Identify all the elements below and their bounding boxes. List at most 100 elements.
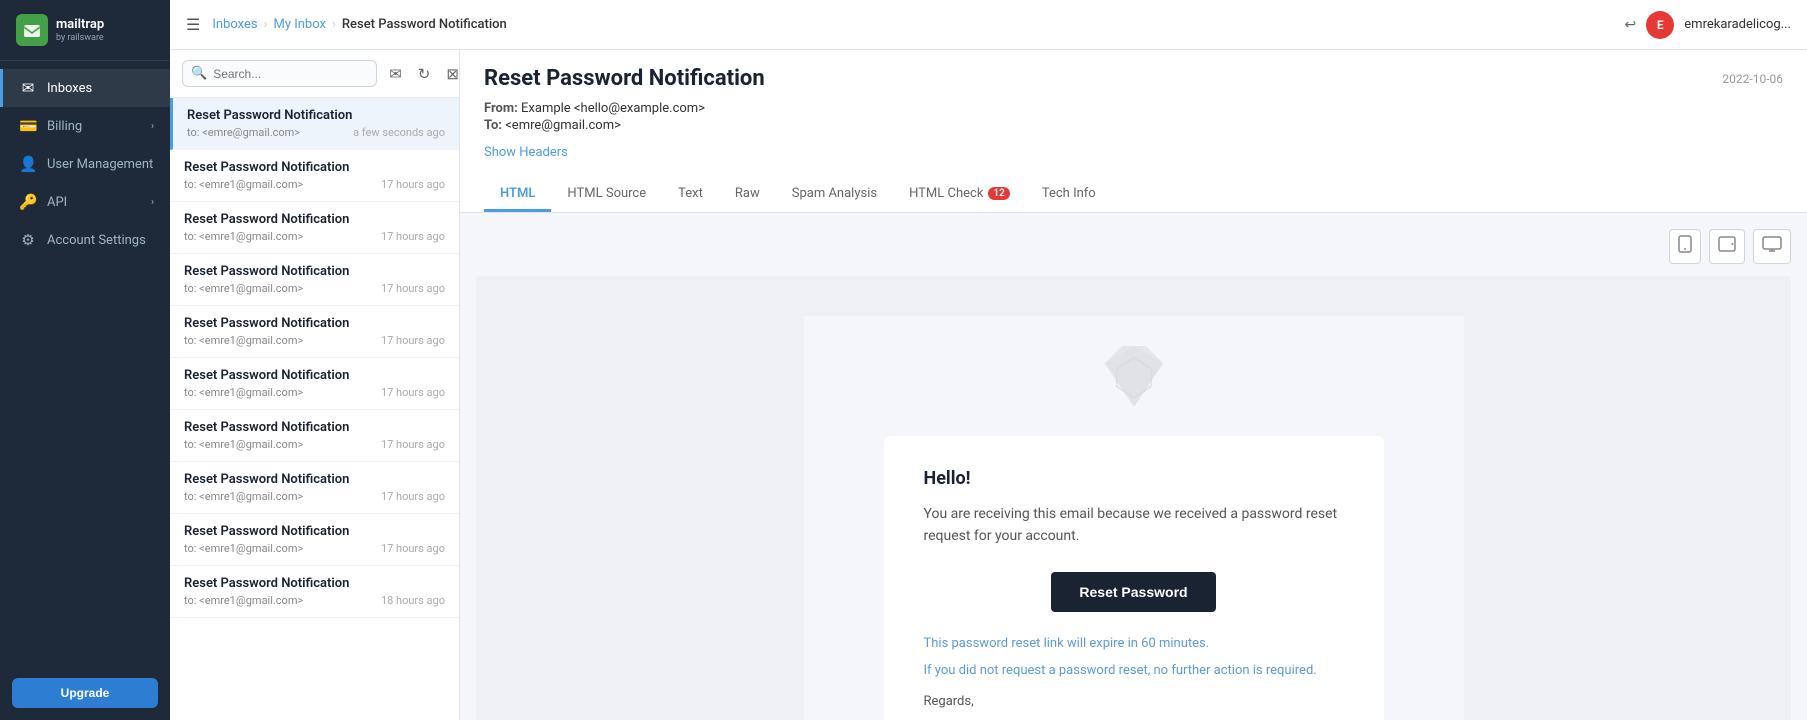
email-time: a few seconds ago — [353, 126, 445, 139]
tab-html[interactable]: HTML — [484, 178, 551, 212]
email-list: Reset Password Notification to: <emre@gm… — [170, 98, 459, 720]
sidebar-item-account-settings[interactable]: ⚙ Account Settings — [0, 221, 170, 259]
breadcrumb-inboxes[interactable]: Inboxes — [212, 17, 257, 32]
tab-spam-analysis[interactable]: Spam Analysis — [776, 178, 893, 212]
to-label: To: — [484, 118, 502, 133]
logo-icon — [16, 14, 48, 46]
email-detail-panel: Reset Password Notification 2022-10-06 F… — [460, 50, 1807, 720]
email-meta: to: <emre@gmail.com> a few seconds ago — [187, 126, 445, 139]
email-to: to: <emre1@gmail.com> — [184, 282, 303, 295]
hamburger-button[interactable]: ☰ — [186, 15, 200, 35]
tab-tech-info[interactable]: Tech Info — [1026, 178, 1112, 212]
email-subject: Reset Password Notification — [187, 108, 445, 123]
email-time: 17 hours ago — [381, 230, 445, 243]
tab-text[interactable]: Text — [662, 178, 719, 212]
tablet-view-button[interactable] — [1709, 229, 1745, 264]
list-item[interactable]: Reset Password Notification to: <emre@gm… — [170, 98, 459, 150]
key-icon: 🔑 — [19, 193, 37, 211]
email-tabs: HTML HTML Source Text Raw Spam Analysis … — [484, 178, 1783, 212]
email-to: to: <emre1@gmail.com> — [184, 594, 303, 607]
sidebar-item-label: User Management — [47, 157, 153, 172]
email-to: to: <emre1@gmail.com> — [184, 386, 303, 399]
sidebar-item-user-management[interactable]: 👤 User Management — [0, 145, 170, 183]
content-split: 🔍 ✉ ↻ ⊠ ⚙ Reset Password Notification to… — [170, 50, 1807, 720]
email-time: 17 hours ago — [381, 542, 445, 555]
tab-raw[interactable]: Raw — [719, 178, 776, 212]
email-time: 18 hours ago — [381, 594, 445, 607]
email-time: 17 hours ago — [381, 334, 445, 347]
topbar: ☰ Inboxes › My Inbox › Reset Password No… — [170, 0, 1807, 50]
search-input[interactable] — [213, 67, 368, 81]
sidebar-nav: ✉ Inboxes 💳 Billing › 👤 User Management … — [0, 61, 170, 666]
sidebar-item-label: Billing — [47, 119, 82, 134]
logo-area: mailtrap by railsware — [0, 0, 170, 61]
email-to: to: <emre1@gmail.com> — [184, 334, 303, 347]
monitor-icon — [1762, 236, 1782, 252]
list-item[interactable]: Reset Password Notification to: <emre1@g… — [170, 514, 459, 566]
refresh-button[interactable]: ↻ — [414, 61, 435, 87]
email-to-line: To: <emre@gmail.com> — [484, 118, 1783, 133]
desktop-view-button[interactable] — [1753, 229, 1791, 264]
sidebar-item-api[interactable]: 🔑 API › — [0, 183, 170, 221]
mobile-view-button[interactable] — [1669, 229, 1701, 264]
to-value: <emre@gmail.com> — [505, 118, 621, 133]
avatar: E — [1646, 11, 1674, 39]
main-content: ☰ Inboxes › My Inbox › Reset Password No… — [170, 0, 1807, 720]
email-time: 17 hours ago — [381, 386, 445, 399]
email-meta: to: <emre1@gmail.com> 17 hours ago — [184, 334, 445, 347]
search-box: 🔍 — [182, 60, 377, 87]
email-card: Hello! You are receiving this email beca… — [884, 436, 1384, 720]
list-item[interactable]: Reset Password Notification to: <emre1@g… — [170, 410, 459, 462]
sidebar: mailtrap by railsware ✉ Inboxes 💳 Billin… — [0, 0, 170, 720]
from-value: Example <hello@example.com> — [521, 101, 705, 116]
email-to: to: <emre@gmail.com> — [187, 126, 300, 139]
email-subject: Reset Password Notification — [184, 160, 445, 175]
upgrade-button[interactable]: Upgrade — [12, 678, 158, 708]
tab-html-source[interactable]: HTML Source — [551, 178, 662, 212]
reset-password-button[interactable]: Reset Password — [1051, 572, 1215, 612]
list-item[interactable]: Reset Password Notification to: <emre1@g… — [170, 254, 459, 306]
show-headers-link[interactable]: Show Headers — [484, 145, 568, 160]
sidebar-bottom: Upgrade — [0, 666, 170, 720]
sidebar-item-inboxes[interactable]: ✉ Inboxes — [0, 69, 170, 107]
email-preview-frame: Hello! You are receiving this email beca… — [476, 276, 1791, 720]
reply-icon[interactable]: ↩ — [1625, 17, 1637, 33]
email-detail-subject: Reset Password Notification — [484, 66, 765, 91]
chevron-right-icon: › — [151, 121, 154, 132]
list-item[interactable]: Reset Password Notification to: <emre1@g… — [170, 150, 459, 202]
list-item[interactable]: Reset Password Notification to: <emre1@g… — [170, 462, 459, 514]
email-subject: Reset Password Notification — [184, 472, 445, 487]
email-to: to: <emre1@gmail.com> — [184, 542, 303, 555]
email-subject: Reset Password Notification — [184, 264, 445, 279]
email-time: 17 hours ago — [381, 490, 445, 503]
email-time: 17 hours ago — [381, 438, 445, 451]
view-controls — [476, 229, 1791, 264]
email-to: to: <emre1@gmail.com> — [184, 178, 303, 191]
email-meta: to: <emre1@gmail.com> 17 hours ago — [184, 230, 445, 243]
logo-sub: by railsware — [56, 33, 104, 43]
list-item[interactable]: Reset Password Notification to: <emre1@g… — [170, 566, 459, 618]
list-item[interactable]: Reset Password Notification to: <emre1@g… — [170, 306, 459, 358]
laravel-logo-area — [1074, 316, 1194, 436]
breadcrumb-current: Reset Password Notification — [342, 17, 507, 32]
email-expire-text: This password reset link will expire in … — [924, 636, 1344, 651]
email-subject: Reset Password Notification — [184, 368, 445, 383]
email-from-line: From: Example <hello@example.com> — [484, 101, 1783, 116]
new-email-button[interactable]: ✉ — [385, 61, 406, 87]
breadcrumb-sep2: › — [332, 17, 336, 32]
tab-html-check[interactable]: HTML Check 12 — [893, 178, 1026, 212]
email-detail-date: 2022-10-06 — [1722, 72, 1783, 86]
list-item[interactable]: Reset Password Notification to: <emre1@g… — [170, 202, 459, 254]
breadcrumb-sep: › — [264, 17, 268, 32]
inboxes-icon: ✉ — [19, 79, 37, 97]
breadcrumb: Inboxes › My Inbox › Reset Password Noti… — [212, 17, 506, 32]
email-to: to: <emre1@gmail.com> — [184, 490, 303, 503]
sidebar-item-label: API — [47, 195, 67, 210]
breadcrumb-my-inbox[interactable]: My Inbox — [273, 17, 325, 32]
email-preview-inner: Hello! You are receiving this email beca… — [804, 316, 1464, 720]
email-meta: to: <emre1@gmail.com> 17 hours ago — [184, 542, 445, 555]
email-detail-header: Reset Password Notification 2022-10-06 F… — [460, 50, 1807, 213]
list-item[interactable]: Reset Password Notification to: <emre1@g… — [170, 358, 459, 410]
sidebar-item-billing[interactable]: 💳 Billing › — [0, 107, 170, 145]
user-icon: 👤 — [19, 155, 37, 173]
